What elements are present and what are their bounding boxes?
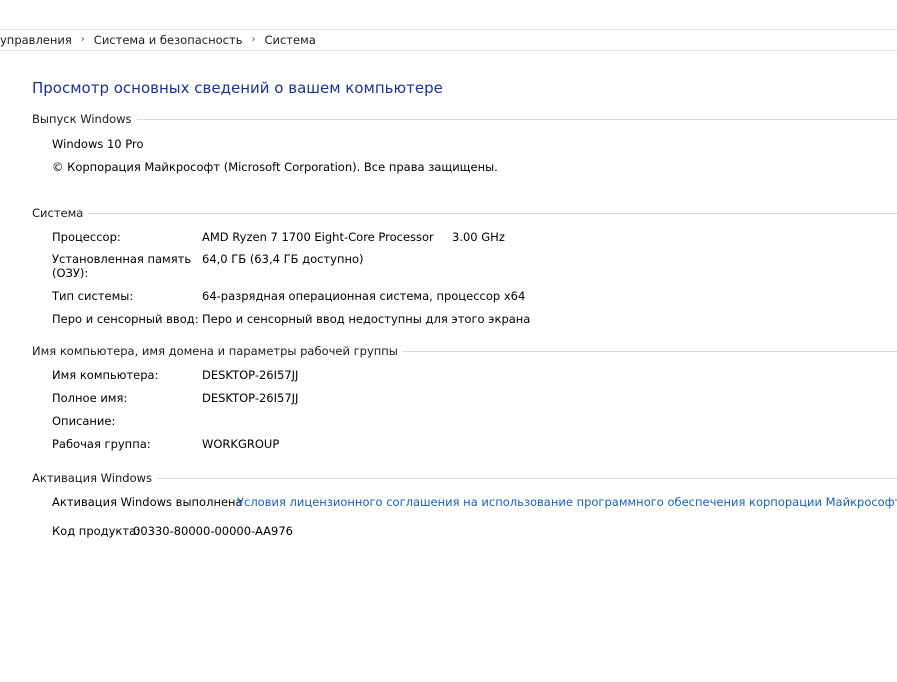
system-type-label: Тип системы: — [52, 289, 134, 303]
pen-touch-label: Перо и сенсорный ввод: — [52, 312, 199, 326]
section-divider — [402, 350, 897, 352]
breadcrumb-control-panel[interactable]: управления — [0, 33, 76, 47]
copyright-text: © Корпорация Майкрософт (Microsoft Corpo… — [52, 160, 498, 174]
processor-speed: 3.00 GHz — [452, 230, 505, 244]
section-activation-header: Активация Windows — [32, 470, 897, 486]
processor-label: Процессор: — [52, 230, 121, 244]
product-key-value: 00330-80000-00000-AA976 — [133, 524, 293, 538]
ram-value: 64,0 ГБ (63,4 ГБ доступно) — [202, 252, 364, 266]
license-terms-link[interactable]: Условия лицензионного соглашения на испо… — [237, 495, 897, 509]
window-top-strip — [0, 0, 897, 30]
breadcrumb-separator-icon[interactable]: › — [246, 34, 260, 45]
section-title: Система — [32, 206, 84, 220]
workgroup-label: Рабочая группа: — [52, 437, 151, 451]
section-windows-edition-header: Выпуск Windows — [32, 111, 897, 127]
processor-value: AMD Ryzen 7 1700 Eight-Core Processor — [202, 230, 434, 244]
section-divider — [157, 477, 897, 479]
activation-status: Активация Windows выполнена — [52, 495, 243, 509]
section-system-header: Система — [32, 205, 897, 221]
section-divider — [88, 212, 897, 214]
windows-edition-value: Windows 10 Pro — [52, 137, 144, 151]
breadcrumb: управления › Система и безопасность › Си… — [0, 29, 897, 51]
computer-name-value: DESKTOP-26I57JJ — [202, 368, 299, 382]
product-key-label: Код продукта: — [52, 524, 140, 538]
full-name-value: DESKTOP-26I57JJ — [202, 391, 299, 405]
section-title: Выпуск Windows — [32, 112, 132, 126]
section-computer-name-header: Имя компьютера, имя домена и параметры р… — [32, 343, 897, 359]
section-divider — [136, 118, 897, 120]
description-label: Описание: — [52, 414, 116, 428]
system-type-value: 64-разрядная операционная система, проце… — [202, 289, 526, 303]
computer-name-label: Имя компьютера: — [52, 368, 159, 382]
breadcrumb-system-and-security[interactable]: Система и безопасность — [90, 33, 247, 47]
full-name-label: Полное имя: — [52, 391, 128, 405]
breadcrumb-system[interactable]: Система — [260, 33, 319, 47]
breadcrumb-separator-icon[interactable]: › — [76, 34, 90, 45]
ram-label-line1: Установленная память — [52, 252, 192, 266]
section-title: Имя компьютера, имя домена и параметры р… — [32, 344, 398, 358]
ram-label-line2: (ОЗУ): — [52, 266, 89, 280]
page-title: Просмотр основных сведений о вашем компь… — [32, 79, 443, 97]
pen-touch-value: Перо и сенсорный ввод недоступны для это… — [202, 312, 531, 326]
workgroup-value: WORKGROUP — [202, 437, 280, 451]
section-title: Активация Windows — [32, 471, 153, 485]
